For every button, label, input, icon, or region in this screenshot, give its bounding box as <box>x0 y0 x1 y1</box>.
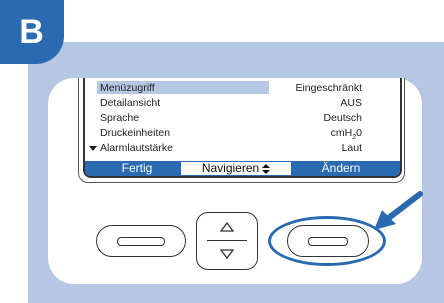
up-down-arrows-icon <box>262 163 271 174</box>
menu-row-value: Deutsch <box>323 112 362 124</box>
menu-row-label: Detailansicht <box>100 97 161 109</box>
softkey-fertig[interactable]: Fertig <box>93 162 181 175</box>
up-arrow-icon <box>220 222 234 232</box>
pointer-arrow-icon <box>374 191 423 230</box>
scroll-down-icon <box>89 146 97 151</box>
left-softkey-button[interactable] <box>96 225 186 257</box>
menu-row-value: Eingeschränkt <box>295 82 362 94</box>
nav-divider <box>207 240 247 241</box>
button-bar-icon <box>117 237 165 246</box>
navigate-up-down-button[interactable] <box>196 212 258 270</box>
menu-row-sprache[interactable]: Sprache Deutsch <box>85 111 400 125</box>
menu-row-druckeinheiten[interactable]: Druckeinheiten cmH20 <box>85 126 400 142</box>
menu-row-value: AUS <box>340 97 362 109</box>
menu-row-label: Druckeinheiten <box>100 127 171 139</box>
softkey-bar: Fertig Navigieren Ändern <box>85 161 400 176</box>
menu-row-label: Sprache <box>100 112 140 124</box>
menu-row-value: Laut <box>341 142 362 154</box>
menu-row-value: cmH20 <box>330 127 362 142</box>
device-screen: Menüzugriff Eingeschränkt Detailansicht … <box>83 78 402 178</box>
menu-row-menuzugriff[interactable]: Menüzugriff Eingeschränkt <box>85 81 400 95</box>
step-badge: B <box>0 0 64 64</box>
menu-row-detailansicht[interactable]: Detailansicht AUS <box>85 96 400 110</box>
menu-row-label: Alarmlautstärke <box>100 142 173 154</box>
menu-row-alarmlautstaerke[interactable]: Alarmlautstärke Laut <box>85 141 400 155</box>
down-arrow-icon <box>220 249 234 259</box>
softkey-aendern[interactable]: Ändern <box>291 162 391 175</box>
softkey-navigieren[interactable]: Navigieren <box>181 162 291 175</box>
softkey-navigieren-label: Navigieren <box>201 161 260 175</box>
menu-row-label: Menüzugriff <box>100 82 155 94</box>
